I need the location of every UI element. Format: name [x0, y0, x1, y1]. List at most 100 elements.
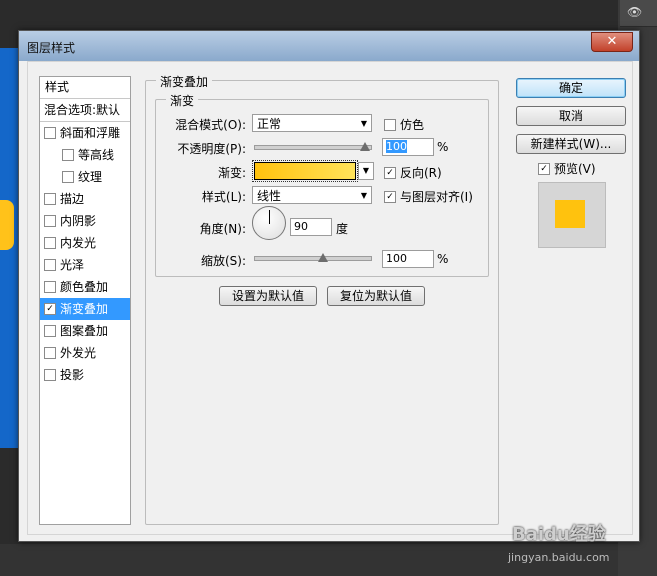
style-list-item-label: 外发光	[60, 346, 97, 360]
cancel-button[interactable]: 取消	[516, 106, 626, 126]
style-list-item-label: 内发光	[60, 236, 97, 250]
opacity-value: 100	[386, 140, 407, 153]
angle-input[interactable]: 90	[290, 218, 332, 236]
new-style-button[interactable]: 新建样式(W)...	[516, 134, 626, 154]
gradient-picker-button[interactable]: ▼	[358, 162, 374, 180]
checkbox-icon[interactable]	[44, 258, 56, 271]
dialog-title: 图层样式	[27, 41, 76, 55]
style-list-item-label: 纹理	[78, 170, 103, 184]
style-list-header[interactable]: 样式	[40, 77, 130, 99]
scale-label: 缩放(S):	[200, 254, 246, 268]
style-label: 样式(L):	[201, 190, 246, 204]
blend-mode-value: 正常	[257, 117, 282, 131]
angle-value: 90	[294, 220, 308, 233]
watermark-logo: Baidu经验	[512, 524, 606, 545]
blend-options-item[interactable]: 混合选项:默认	[40, 99, 130, 122]
chevron-down-icon: ▼	[360, 119, 367, 128]
gradient-swatch[interactable]	[252, 160, 358, 182]
subgroup-title: 渐变	[166, 92, 199, 109]
checkbox-icon[interactable]	[44, 280, 56, 293]
ok-button[interactable]: 确定	[516, 78, 626, 98]
scale-slider-track[interactable]	[254, 256, 372, 261]
eye-icon[interactable]: 👁	[627, 5, 642, 19]
checkbox-icon[interactable]	[44, 192, 56, 205]
style-preview	[538, 182, 606, 248]
angle-dial[interactable]	[252, 206, 286, 240]
style-list-item-label: 颜色叠加	[60, 280, 109, 294]
style-list-item-label: 光泽	[60, 258, 85, 272]
angle-label: 角度(N):	[199, 222, 246, 236]
blend-mode-label: 混合模式(O):	[175, 118, 246, 132]
checkbox-icon[interactable]	[62, 170, 74, 183]
reverse-label: 反向(R)	[400, 166, 442, 180]
gradient-overlay-group: 渐变叠加 渐变 混合模式(O): 正常 ▼ 仿色 不透明度(P): 100 %	[145, 73, 499, 525]
scale-input[interactable]: 100	[382, 250, 434, 268]
angle-dial-needle	[269, 210, 270, 224]
style-select[interactable]: 线性 ▼	[252, 186, 372, 204]
style-list-item[interactable]: 颜色叠加	[40, 276, 130, 298]
dialog-content: 样式 混合选项:默认 斜面和浮雕 等高线 纹理 描边 内阴影 内发光 光泽 颜色叠加 ✓ 渐变叠加…	[27, 61, 633, 535]
dialog-titlebar[interactable]: 图层样式 ✕	[19, 31, 639, 61]
reset-default-button[interactable]: 复位为默认值	[327, 286, 425, 306]
style-list-item[interactable]: 斜面和浮雕	[40, 122, 130, 144]
layer-style-dialog: 图层样式 ✕ 样式 混合选项:默认 斜面和浮雕等高线纹理描边内阴影内发光光泽颜色…	[18, 30, 640, 542]
opacity-slider-track[interactable]	[254, 145, 372, 150]
style-list-item[interactable]: 外发光	[40, 342, 130, 364]
make-default-button[interactable]: 设置为默认值	[219, 286, 317, 306]
style-list-item-label: 渐变叠加	[60, 302, 109, 316]
chevron-down-icon: ▼	[360, 191, 367, 200]
checkbox-icon[interactable]	[44, 214, 56, 227]
checkmark-icon: ✓	[384, 190, 396, 203]
style-list-item-label: 斜面和浮雕	[60, 126, 121, 140]
style-list-item[interactable]: ✓ 渐变叠加	[40, 298, 130, 320]
checkbox-icon[interactable]	[44, 236, 56, 249]
style-list-item-label: 图案叠加	[60, 324, 109, 338]
align-layer-label: 与图层对齐(I)	[400, 190, 473, 204]
preview-label: 预览(V)	[554, 162, 596, 176]
style-list-item-label: 等高线	[78, 148, 115, 162]
align-layer-checkbox[interactable]: ✓ 与图层对齐(I)	[384, 188, 473, 205]
style-list-item[interactable]: 内阴影	[40, 210, 130, 232]
opacity-unit: %	[437, 140, 449, 154]
style-list-item[interactable]: 等高线	[40, 144, 130, 166]
style-list-item[interactable]: 内发光	[40, 232, 130, 254]
style-list: 样式 混合选项:默认 斜面和浮雕等高线纹理描边内阴影内发光光泽颜色叠加 ✓ 渐变叠加…	[39, 76, 131, 525]
style-list-item-label: 投影	[60, 368, 85, 382]
scale-unit: %	[437, 252, 449, 266]
chevron-down-icon: ▼	[362, 166, 370, 175]
style-value: 线性	[257, 189, 282, 203]
scale-value: 100	[386, 252, 407, 265]
gradient-subgroup: 渐变 混合模式(O): 正常 ▼ 仿色 不透明度(P): 100 % 渐变: ▼…	[155, 92, 489, 277]
checkbox-icon[interactable]	[62, 148, 74, 161]
style-list-item[interactable]: 投影	[40, 364, 130, 386]
gradient-label: 渐变:	[217, 166, 246, 180]
opacity-input[interactable]: 100	[382, 138, 434, 156]
checkmark-icon: ✓	[538, 162, 550, 175]
checkmark-icon: ✓	[384, 166, 396, 179]
checkbox-icon[interactable]	[44, 368, 56, 381]
style-list-item[interactable]: 图案叠加	[40, 320, 130, 342]
watermark-url: jingyan.baidu.com	[508, 551, 610, 564]
opacity-label: 不透明度(P):	[177, 142, 246, 156]
style-list-item[interactable]: 描边	[40, 188, 130, 210]
style-list-item-label: 描边	[60, 192, 85, 206]
style-list-item-label: 内阴影	[60, 214, 97, 228]
checkmark-icon[interactable]: ✓	[44, 302, 56, 315]
blend-mode-select[interactable]: 正常 ▼	[252, 114, 372, 132]
scale-slider-thumb[interactable]	[318, 253, 328, 262]
preview-checkbox[interactable]: ✓ 预览(V)	[538, 160, 596, 177]
canvas-shape	[0, 200, 14, 250]
checkbox-icon	[384, 118, 396, 131]
checkbox-icon[interactable]	[44, 126, 56, 139]
section-title: 渐变叠加	[156, 73, 213, 90]
dither-checkbox[interactable]: 仿色	[384, 116, 424, 133]
style-list-item[interactable]: 纹理	[40, 166, 130, 188]
style-list-item[interactable]: 光泽	[40, 254, 130, 276]
angle-unit: 度	[336, 222, 349, 236]
close-button[interactable]: ✕	[591, 32, 633, 52]
reverse-checkbox[interactable]: ✓ 反向(R)	[384, 164, 442, 181]
opacity-slider-thumb[interactable]	[360, 142, 370, 151]
checkbox-icon[interactable]	[44, 324, 56, 337]
checkbox-icon[interactable]	[44, 346, 56, 359]
dither-label: 仿色	[400, 118, 425, 132]
